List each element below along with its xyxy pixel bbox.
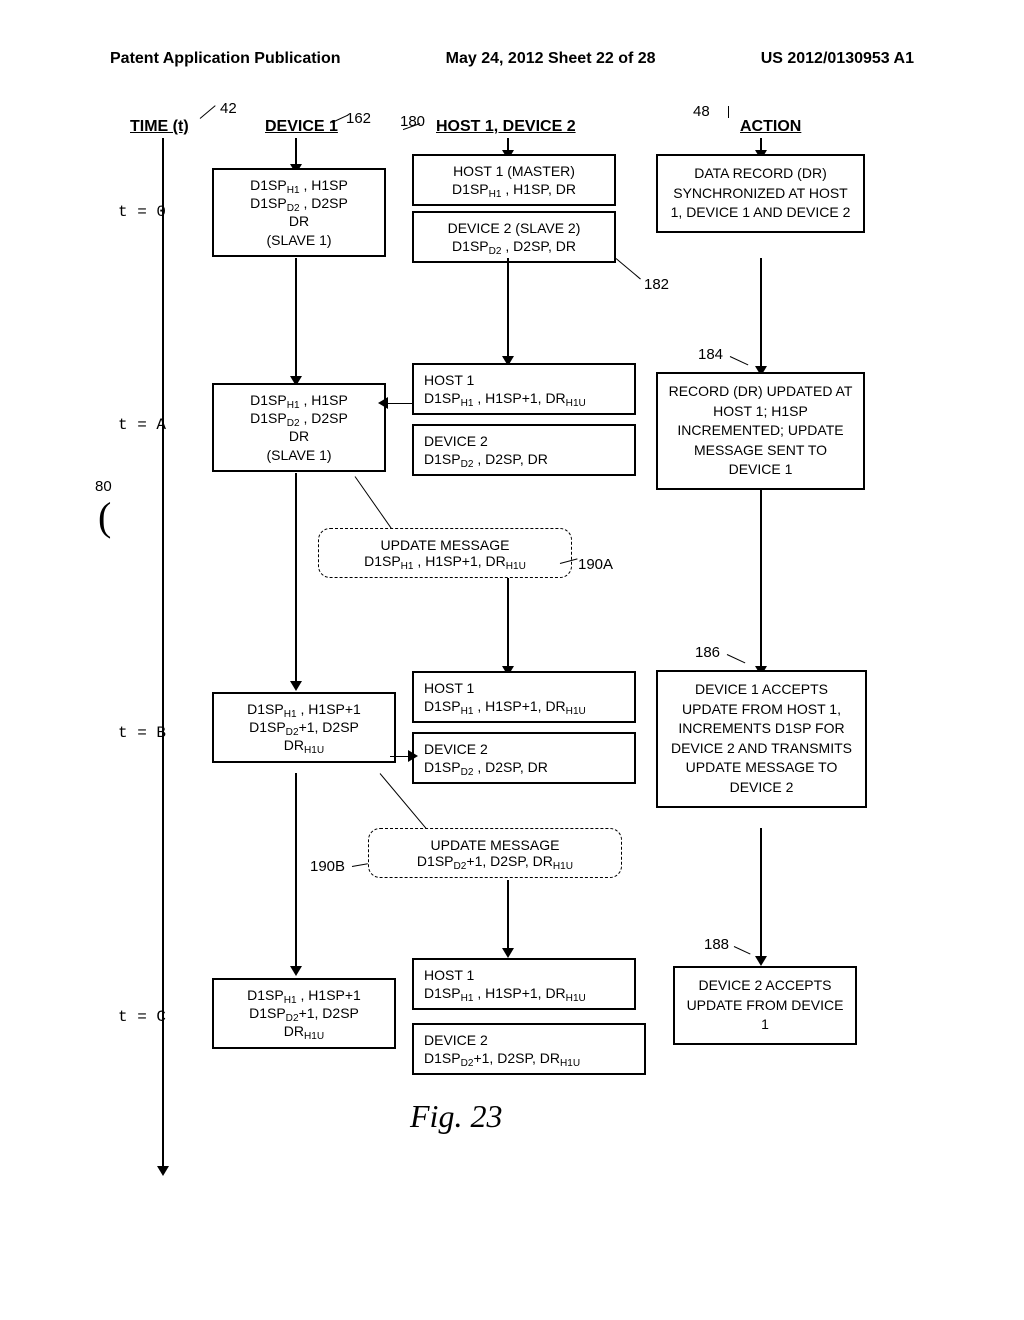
leader-48: [710, 106, 729, 118]
header-right: US 2012/0130953 A1: [761, 50, 914, 68]
box-h1-tB: HOST 1 D1SPH1 , H1SP+1, DRH1U: [412, 671, 636, 723]
v-d1-c: [295, 473, 297, 683]
leader-190b: [352, 863, 368, 867]
v-ac-c: [760, 488, 762, 668]
v-d1-b: [295, 258, 297, 378]
figure-diagram: TIME (t) DEVICE 1 HOST 1, DEVICE 2 ACTIO…: [100, 108, 924, 1188]
col-action: ACTION: [740, 118, 801, 136]
ah-d1-c: [290, 681, 302, 691]
time-tC: t = C: [118, 1008, 166, 1026]
ah-h-d: [502, 948, 514, 958]
col-device1: DEVICE 1: [265, 118, 338, 136]
v-ac-d: [760, 828, 762, 958]
paren-80: (: [98, 493, 111, 540]
ref-48: 48: [693, 103, 710, 120]
v-ac-b: [760, 258, 762, 368]
leader-184: [730, 356, 749, 365]
time-arrowhead: [157, 1166, 169, 1176]
time-tB: t = B: [118, 724, 166, 742]
ref-188: 188: [704, 936, 729, 953]
leader-42: [200, 105, 216, 119]
ref-184: 184: [698, 346, 723, 363]
v-d1-a: [295, 138, 297, 166]
header-center: May 24, 2012 Sheet 22 of 28: [446, 50, 656, 68]
box-d2-tC: DEVICE 2 D1SPD2+1, D2SP, DRH1U: [412, 1023, 646, 1075]
update-msg-2: UPDATE MESSAGE D1SPD2+1, D2SP, DRH1U: [368, 828, 622, 878]
box-h1-t0: HOST 1 (MASTER) D1SPH1 , H1SP, DR: [412, 154, 616, 206]
box-d1-tB: D1SPH1 , H1SP+1 D1SPD2+1, D2SP DRH1U: [212, 692, 396, 763]
box-d1-tA: D1SPH1 , H1SP D1SPD2 , D2SP DR (SLAVE 1): [212, 383, 386, 472]
ref-190a: 190A: [578, 556, 613, 573]
v-d1-d: [295, 773, 297, 968]
box-d2-tB: DEVICE 2 D1SPD2 , D2SP, DR: [412, 732, 636, 784]
ah-h-to-d1: [378, 397, 388, 409]
box-h1-tC: HOST 1 D1SPH1 , H1SP+1, DRH1U: [412, 958, 636, 1010]
box-d1-t0: D1SPH1 , H1SP D1SPD2 , D2SP DR (SLAVE 1): [212, 168, 386, 257]
ah-d1-d: [290, 966, 302, 976]
v-h-d: [507, 880, 509, 950]
page-header: Patent Application Publication May 24, 2…: [0, 0, 1024, 78]
ref-182: 182: [644, 276, 669, 293]
col-time: TIME (t): [130, 118, 189, 136]
box-d2-tA: DEVICE 2 D1SPD2 , D2SP, DR: [412, 424, 636, 476]
action-tA: RECORD (DR) UPDATED AT HOST 1; H1SP INCR…: [656, 372, 865, 490]
figure-caption: Fig. 23: [410, 1098, 502, 1135]
ref-180: 180: [400, 113, 425, 130]
ah-d1-to-d2: [408, 750, 418, 762]
ref-190b: 190B: [310, 858, 345, 875]
header-left: Patent Application Publication: [110, 50, 341, 68]
box-h1-tA: HOST 1 D1SPH1 , H1SP+1, DRH1U: [412, 363, 636, 415]
v-h-c: [507, 578, 509, 668]
box-d1-tC: D1SPH1 , H1SP+1 D1SPD2+1, D2SP DRH1U: [212, 978, 396, 1049]
arrow-d1-to-d2: [390, 756, 410, 757]
ref-162: 162: [346, 110, 371, 127]
action-tB: DEVICE 1 ACCEPTS UPDATE FROM HOST 1, INC…: [656, 670, 867, 808]
leader-182: [616, 258, 641, 279]
action-tC: DEVICE 2 ACCEPTS UPDATE FROM DEVICE 1: [673, 966, 857, 1045]
update-msg-1: UPDATE MESSAGE D1SPH1 , H1SP+1, DRH1U: [318, 528, 572, 578]
box-d2-t0: DEVICE 2 (SLAVE 2) D1SPD2 , D2SP, DR: [412, 211, 616, 263]
ref-186: 186: [695, 644, 720, 661]
col-host: HOST 1, DEVICE 2: [436, 118, 576, 136]
leader-188: [734, 946, 751, 955]
ah-ac-d: [755, 956, 767, 966]
leader-186: [727, 654, 746, 663]
action-t0: DATA RECORD (DR) SYNCHRONIZED AT HOST 1,…: [656, 154, 865, 233]
v-h-b: [507, 258, 509, 358]
arrow-h-to-d1: [388, 403, 412, 404]
time-tA: t = A: [118, 416, 166, 434]
ref-42: 42: [220, 100, 237, 117]
time-t0: t = 0: [118, 203, 166, 221]
